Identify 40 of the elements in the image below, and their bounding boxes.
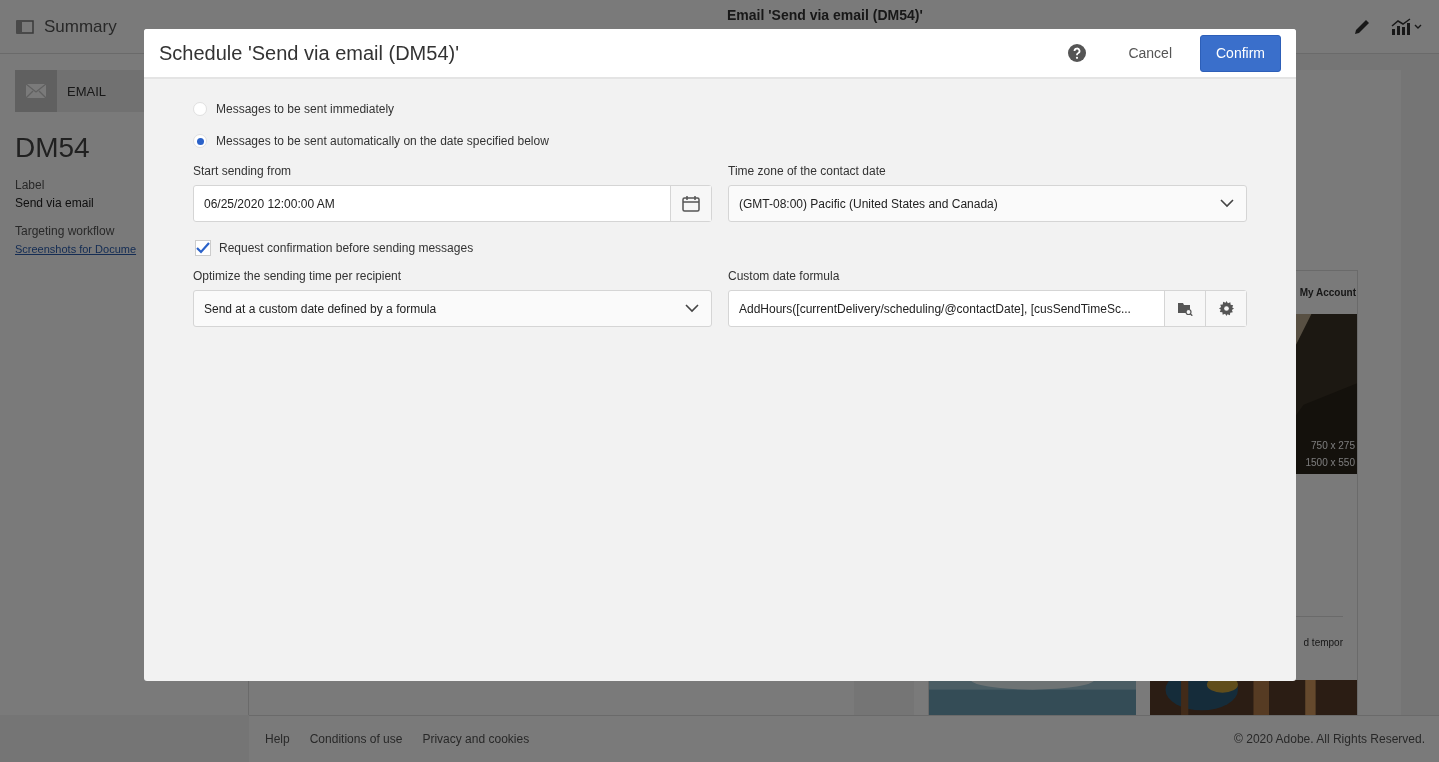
calendar-icon[interactable] [682,195,700,212]
confirm-button[interactable]: Confirm [1200,34,1281,72]
checkbox[interactable] [195,240,211,256]
field-value: Send via email [15,196,94,210]
channel-label: EMAIL [67,83,106,99]
field-label: Optimize the sending time per recipient [193,269,403,283]
field-label: Time zone of the contact date [728,164,887,178]
help-icon[interactable] [1068,44,1087,62]
field-label: Custom date formula [728,269,841,283]
image-size: 1500 x 550 [1305,457,1355,468]
optimize-dropdown[interactable]: Send at a custom date defined by a formula [193,290,712,327]
radio-label[interactable]: Messages to be sent immediately [216,102,395,116]
date-field[interactable]: 06/25/2020 12:00:00 AM [193,185,712,222]
footer-link[interactable]: Privacy and cookies [422,732,530,746]
document-title[interactable]: Email 'Send via email (DM54)' [727,6,923,23]
field-label: Targeting workflow [15,224,115,238]
dialog-title: Schedule 'Send via email (DM54)' [159,41,459,65]
time-zone-dropdown[interactable]: (GMT-08:00) Pacific (United States and Canada) [728,185,1247,222]
pencil-icon[interactable] [1353,17,1371,36]
image-size: 750 x 275 [1311,440,1355,451]
delivery-name: DM54 [15,132,90,164]
radio-button[interactable] [193,102,207,116]
folder-search-icon[interactable] [1177,301,1193,316]
settings-icon[interactable] [1218,301,1234,316]
page-title: Summary [44,16,117,37]
copyright: © 2020 Adobe. All Rights Reserved. [1234,732,1425,746]
body-text: d tempor [1303,637,1343,648]
chart-icon[interactable] [1391,17,1423,36]
radio-button[interactable] [193,134,207,148]
envelope-icon [26,84,46,98]
cancel-button[interactable]: Cancel [1118,39,1182,67]
chevron-down-icon [685,304,699,313]
chevron-down-icon [1220,199,1234,208]
radio-label[interactable]: Messages to be sent automatically on the date specified below [216,134,549,148]
menu-link[interactable]: My Account [1299,287,1356,298]
formula-field[interactable]: AddHours([currentDelivery/scheduling/@contactDate], [cusSendTimeSc... [728,290,1247,327]
footer-link[interactable]: Conditions of use [309,732,403,746]
field-label: Label [15,178,45,192]
field-label: Start sending from [193,164,293,178]
checkbox-label[interactable]: Request confirmation before sending messages [219,241,474,255]
